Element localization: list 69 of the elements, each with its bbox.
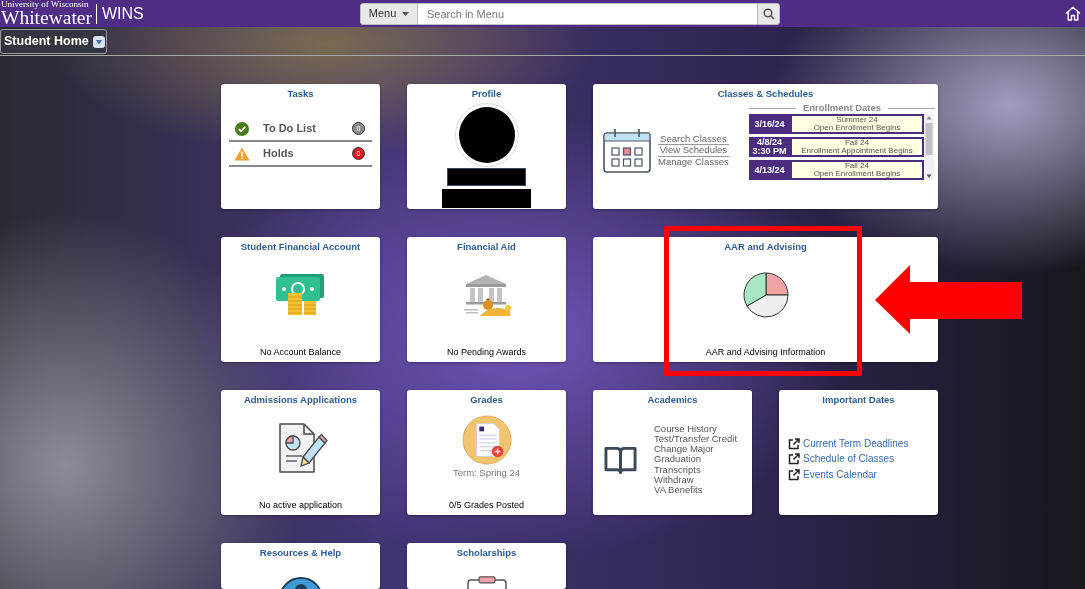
search-icon bbox=[762, 7, 775, 20]
academics-link[interactable]: Test/Transfer Credit bbox=[654, 434, 738, 445]
academics-link[interactable]: Graduation bbox=[654, 454, 701, 465]
tile-status-text: No active application bbox=[258, 500, 343, 511]
enrollment-description-cell[interactable]: Fall 24 Enrollment Appointment Begins bbox=[790, 137, 924, 157]
enrollment-description-cell[interactable]: Fall 24 Open Enrollment Begins bbox=[790, 160, 924, 180]
tile-status-text: AAR and Advising Information bbox=[705, 347, 826, 358]
enrollment-date: 4/8/24 bbox=[757, 138, 782, 147]
tile-title: Tasks bbox=[287, 88, 314, 100]
enrollment-date: 3/16/24 bbox=[754, 119, 785, 129]
logo-text: Whitewater bbox=[1, 9, 92, 27]
enrollment-description-cell[interactable]: Summer 24 Open Enrollment Begins bbox=[790, 114, 924, 134]
tile-title: Student Financial Account bbox=[240, 241, 361, 253]
class-link[interactable]: View Schedules bbox=[658, 145, 729, 157]
class-link[interactable]: Search Classes bbox=[658, 133, 729, 146]
task-link[interactable]: To Do List bbox=[263, 120, 352, 137]
enrollment-event: Open Enrollment Begins bbox=[813, 124, 901, 132]
academics-link[interactable]: Course History bbox=[654, 423, 717, 434]
tile-title: Classes & Schedules bbox=[717, 88, 814, 100]
warning-icon bbox=[234, 146, 250, 161]
menu-button[interactable]: Menu bbox=[360, 2, 418, 25]
pie-chart-icon bbox=[740, 270, 791, 320]
tile-status-text: No Pending Awards bbox=[447, 347, 526, 358]
enrollment-term: Fall 24 bbox=[845, 139, 869, 147]
important-date-link[interactable]: Schedule of Classes bbox=[803, 453, 895, 465]
tile-title: Financial Aid bbox=[457, 241, 516, 253]
enrollment-term: Fall 24 bbox=[845, 162, 869, 170]
search-field[interactable]: Search in Menu bbox=[418, 2, 757, 25]
tile-title: Profile bbox=[471, 88, 502, 100]
calendar-icon bbox=[603, 128, 651, 173]
tile-title: Scholarships bbox=[456, 547, 517, 559]
scrollbar[interactable] bbox=[924, 114, 934, 180]
tile-status-text: 0/5 Grades Posted bbox=[448, 500, 524, 511]
academics-link[interactable]: Change Major bbox=[654, 444, 714, 455]
logo-text: University of Wisconsin bbox=[1, 0, 90, 9]
academics-link[interactable]: Withdraw bbox=[654, 474, 694, 485]
enrollment-time: 3:30 PM bbox=[752, 147, 787, 156]
class-link[interactable]: Manage Classes bbox=[658, 156, 729, 168]
enrollment-event: Open Enrollment Begins bbox=[813, 170, 901, 178]
caret-icon bbox=[92, 35, 105, 48]
academics-link[interactable]: Transcripts bbox=[654, 464, 701, 475]
tile-title: AAR and Advising bbox=[724, 241, 807, 253]
academics-link[interactable]: VA Benefits bbox=[654, 485, 703, 496]
tile-title: Important Dates bbox=[822, 394, 895, 406]
enrollment-event: Enrollment Appointment Begins bbox=[801, 147, 913, 155]
page-title-button[interactable]: Student Home bbox=[0, 29, 107, 54]
check-circle-icon bbox=[235, 121, 249, 136]
enrollment-term: Summer 24 bbox=[836, 116, 878, 124]
tile-title: Admissions Applications bbox=[243, 394, 358, 406]
caret-icon bbox=[402, 11, 410, 16]
external-link-icon bbox=[788, 453, 800, 465]
external-link-icon bbox=[788, 437, 800, 450]
task-link[interactable]: Holds bbox=[263, 145, 352, 162]
book-icon bbox=[604, 444, 637, 475]
tile-title: Academics bbox=[647, 394, 698, 406]
money-coins-icon bbox=[275, 273, 326, 317]
enrollment-heading: Enrollment Dates bbox=[801, 100, 883, 115]
search-button[interactable] bbox=[757, 2, 780, 25]
home-icon[interactable] bbox=[1065, 6, 1081, 21]
graded-document-icon bbox=[461, 415, 512, 465]
tile-status-text: No Account Balance bbox=[259, 347, 342, 358]
enrollment-date: 4/13/24 bbox=[754, 165, 785, 175]
important-date-link[interactable]: Events Calendar bbox=[803, 468, 877, 481]
term-text: Term: Spring 24 bbox=[452, 467, 521, 478]
tile-title: Resources & Help bbox=[259, 547, 342, 559]
app-name: WINS bbox=[101, 4, 144, 23]
external-link-icon bbox=[788, 468, 800, 481]
important-date-link[interactable]: Current Term Deadlines bbox=[803, 437, 909, 450]
tile-title: Grades bbox=[470, 394, 503, 406]
